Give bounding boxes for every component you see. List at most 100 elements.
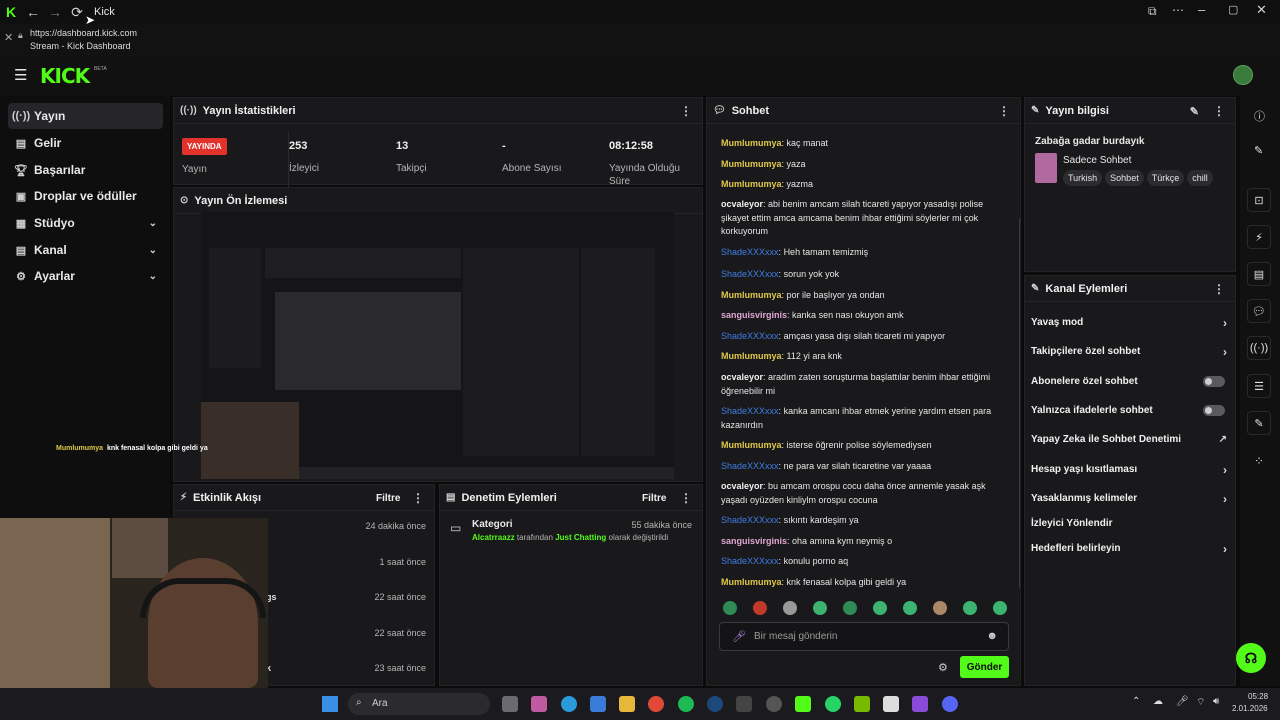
layout-icon[interactable]: ☰ xyxy=(1247,374,1271,398)
chat-settings-icon[interactable]: ⚙ xyxy=(938,661,948,674)
sidebar-item-studio[interactable]: ▦ Stüdyo ⌄ xyxy=(8,210,163,236)
action-subscribers-only[interactable]: Abonelere özel sohbet xyxy=(1031,376,1229,387)
mic-icon[interactable]: 🎤︎ xyxy=(732,630,746,643)
taskbar-search[interactable]: ⌕ Ara xyxy=(348,693,490,715)
toggle-switch[interactable] xyxy=(1203,405,1225,416)
filter-button[interactable]: Filtre xyxy=(376,493,400,504)
wrench-icon[interactable]: ✎ xyxy=(1247,411,1271,435)
filter-button[interactable]: Filtre xyxy=(642,493,666,504)
sidebar-item-stream[interactable]: ((·)) Yayın xyxy=(8,103,163,129)
more-icon[interactable]: ⋮ xyxy=(680,491,692,505)
action-ai-moderation[interactable]: Yapay Zeka ile Sohbet Denetimi ↗ xyxy=(1031,434,1229,445)
info-icon[interactable]: ⓘ xyxy=(1254,108,1265,124)
kick-logo[interactable]: KICK xyxy=(40,64,90,88)
sidebar-item-achievements[interactable]: 🏆︎ Başarılar xyxy=(8,157,163,183)
document-icon[interactable]: ▤ xyxy=(1247,262,1271,286)
chat-username[interactable]: ShadeXXXxxx xyxy=(721,406,779,416)
chat-input[interactable]: 🎤︎ Bir mesaj gönderin ☻ xyxy=(719,622,1009,651)
app-icon[interactable] xyxy=(736,696,752,712)
action-emote-only[interactable]: Yalnızca ifadelerle sohbet xyxy=(1031,405,1229,416)
chat-username[interactable]: ShadeXXXxxx xyxy=(721,556,779,566)
stream-preview-video[interactable] xyxy=(201,212,674,479)
emote-icon[interactable] xyxy=(783,601,797,615)
sidebar-item-settings[interactable]: ⚙ Ayarlar ⌄ xyxy=(8,263,163,289)
action-goals[interactable]: Hedefleri belirleyin › xyxy=(1031,542,1229,556)
chat-username[interactable]: Mumlumumya xyxy=(721,351,782,361)
emoji-icon[interactable]: ☻ xyxy=(986,630,998,642)
toggle-switch[interactable] xyxy=(1203,376,1225,387)
close-icon[interactable]: ✕ xyxy=(1256,2,1267,18)
tray-volume-icon[interactable]: 🔊︎ xyxy=(1213,696,1219,707)
chat-username[interactable]: Mumlumumya xyxy=(721,179,782,189)
chat-username[interactable]: Mumlumumya xyxy=(721,159,782,169)
support-button[interactable]: ☊ xyxy=(1236,643,1266,673)
action-followers-only[interactable]: Takipçilere özel sohbet › xyxy=(1031,345,1229,359)
discord-icon[interactable] xyxy=(942,696,958,712)
chat-bubble-icon[interactable]: 💬︎ xyxy=(1247,299,1271,323)
steam-icon[interactable] xyxy=(707,696,723,712)
chat-username[interactable]: ShadeXXXxxx xyxy=(721,269,779,279)
more-menu-icon[interactable]: ⋯ xyxy=(1172,3,1184,17)
emote-icon[interactable] xyxy=(843,601,857,615)
emote-icon[interactable] xyxy=(723,601,737,615)
chat-username[interactable]: Mumlumumya xyxy=(721,440,782,450)
edit-icon[interactable]: ✎ xyxy=(1190,105,1199,118)
more-icon[interactable]: ⋮ xyxy=(412,491,424,505)
kick-app-icon[interactable] xyxy=(795,696,811,712)
chat-username[interactable]: ShadeXXXxxx xyxy=(721,247,779,257)
chat-username[interactable]: ocvaleyor xyxy=(721,481,763,491)
tray-chevron-icon[interactable]: ⌃ xyxy=(1132,696,1140,707)
sidebar-item-drops[interactable]: ▣ Droplar ve ödüller xyxy=(8,183,163,209)
action-account-age[interactable]: Hesap yaşı kısıtlaması › xyxy=(1031,463,1229,477)
pencil-icon[interactable]: ✎ xyxy=(1254,144,1263,157)
chrome-icon[interactable] xyxy=(648,696,664,712)
send-button[interactable]: Gönder xyxy=(960,656,1009,678)
chat-username[interactable]: sanguisvirginis xyxy=(721,536,787,546)
maximize-icon[interactable]: ▢ xyxy=(1228,3,1238,16)
obs-icon[interactable] xyxy=(766,696,782,712)
chat-username[interactable]: ocvaleyor xyxy=(721,372,763,382)
emote-icon[interactable] xyxy=(903,601,917,615)
tray-wifi-icon[interactable]: ⌔ xyxy=(1196,696,1205,709)
tray-mic-icon[interactable]: 🎤︎ xyxy=(1176,696,1189,707)
chat-username[interactable]: Mumlumumya xyxy=(721,577,782,587)
clip-icon[interactable]: ⊡ xyxy=(1247,188,1271,212)
more-icon[interactable]: ⋮ xyxy=(998,104,1010,118)
apps-icon[interactable]: ⁘ xyxy=(1254,454,1264,468)
tag[interactable]: chill xyxy=(1187,170,1213,186)
lightning-icon[interactable]: ⚡︎ xyxy=(1247,225,1271,249)
chat-username[interactable]: ocvaleyor xyxy=(721,199,763,209)
close-tab-icon[interactable]: ✕ xyxy=(4,31,13,44)
chat-username[interactable]: ShadeXXXxxx xyxy=(721,515,779,525)
emote-icon[interactable] xyxy=(873,601,887,615)
spotify-icon[interactable] xyxy=(678,696,694,712)
taskview-icon[interactable] xyxy=(502,696,518,712)
more-icon[interactable]: ⋮ xyxy=(1213,104,1225,118)
external-window-icon[interactable]: ⧉ xyxy=(1148,4,1157,19)
tag[interactable]: Turkish xyxy=(1063,170,1103,186)
nvidia-icon[interactable] xyxy=(854,696,870,712)
action-banned-words[interactable]: Yasaklanmış kelimeler › xyxy=(1031,492,1229,506)
action-slow-mode[interactable]: Yavaş mod › xyxy=(1031,316,1229,330)
tag[interactable]: Sohbet xyxy=(1105,170,1144,186)
more-icon[interactable]: ⋮ xyxy=(680,104,692,118)
category-name[interactable]: Sadece Sohbet xyxy=(1063,155,1131,166)
avatar[interactable] xyxy=(1233,65,1253,85)
chat-scrollbar[interactable] xyxy=(1019,218,1020,588)
minimize-icon[interactable]: – xyxy=(1198,2,1205,17)
store-icon[interactable] xyxy=(590,696,606,712)
whatsapp-icon[interactable] xyxy=(825,696,841,712)
sidebar-item-channel[interactable]: ▤ Kanal ⌄ xyxy=(8,237,163,263)
g-app-icon[interactable] xyxy=(883,696,899,712)
explorer-icon[interactable] xyxy=(619,696,635,712)
emote-icon[interactable] xyxy=(933,601,947,615)
clock-time[interactable]: 05:28 xyxy=(1248,692,1268,701)
chat-username[interactable]: Mumlumumya xyxy=(721,290,782,300)
chat-username[interactable]: ShadeXXXxxx xyxy=(721,461,779,471)
emote-icon[interactable] xyxy=(753,601,767,615)
back-icon[interactable]: ← xyxy=(22,4,44,20)
sidebar-item-revenue[interactable]: ▤ Gelir xyxy=(8,130,163,156)
tray-cloud-icon[interactable]: ☁ xyxy=(1153,696,1163,707)
edge-icon[interactable] xyxy=(561,696,577,712)
emote-icon[interactable] xyxy=(813,601,827,615)
